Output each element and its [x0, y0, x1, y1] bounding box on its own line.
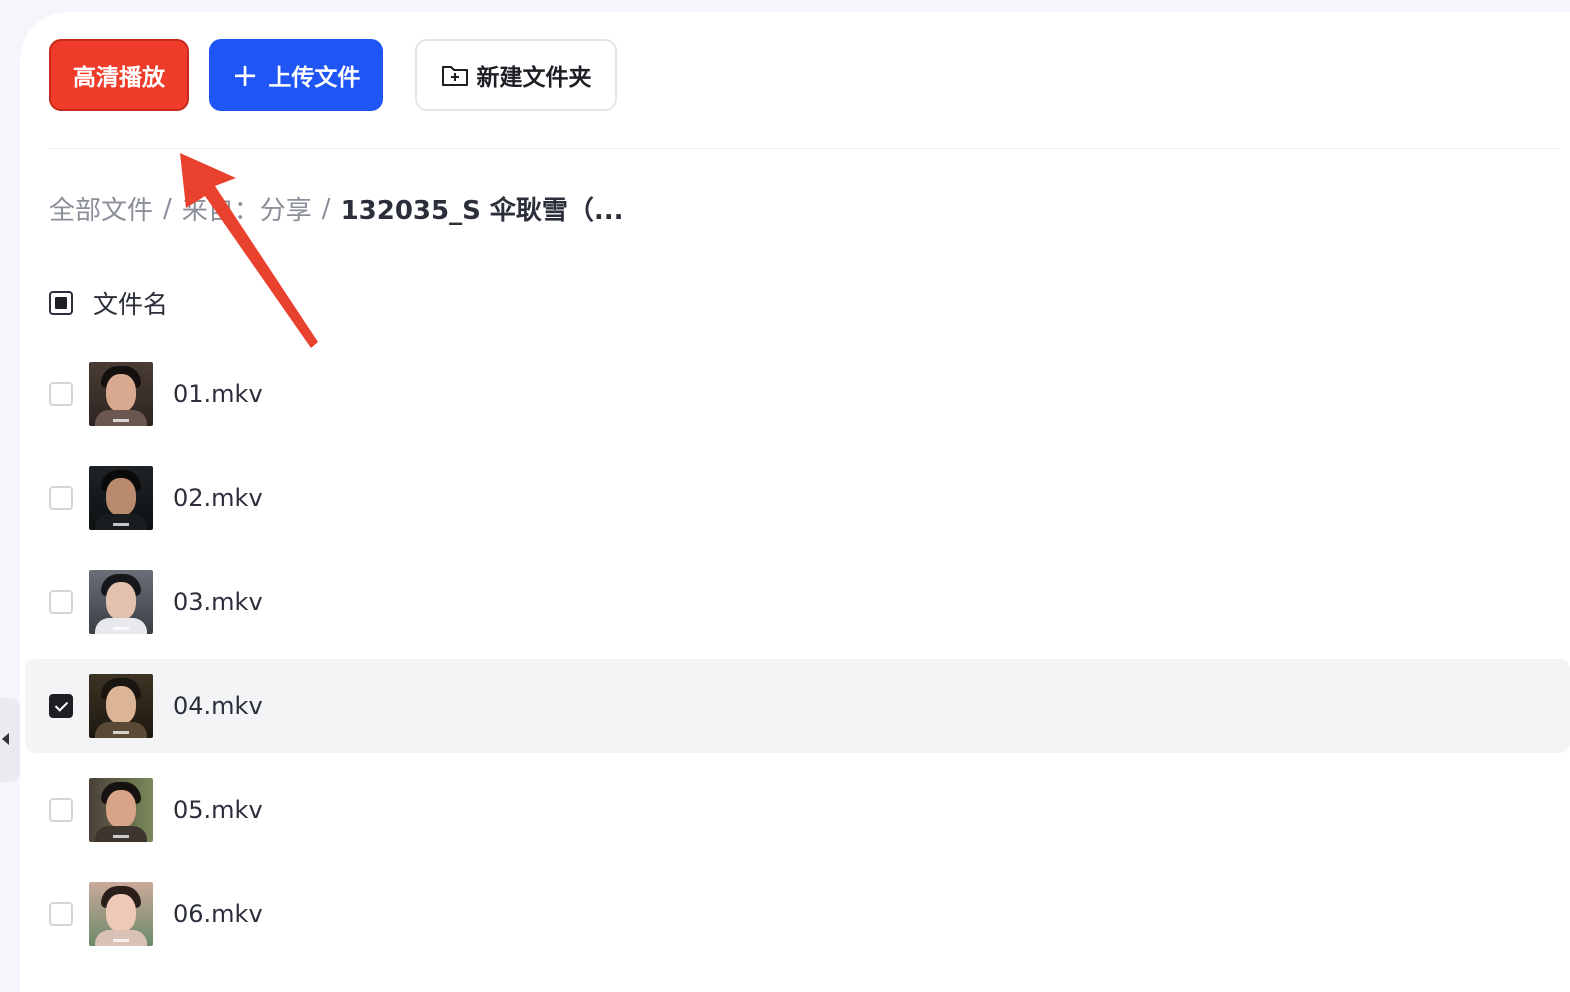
- upload-file-button[interactable]: + 上传文件: [209, 39, 383, 111]
- row-checkbox[interactable]: [49, 382, 73, 406]
- toolbar-divider: [49, 148, 1560, 149]
- file-row[interactable]: 03.mkv: [25, 555, 1570, 649]
- file-name[interactable]: 01.mkv: [173, 380, 263, 408]
- sidebar-collapse-tab[interactable]: [0, 698, 20, 782]
- file-name[interactable]: 03.mkv: [173, 588, 263, 616]
- column-header-filename[interactable]: 文件名: [93, 285, 168, 321]
- file-row[interactable]: 06.mkv: [25, 867, 1570, 961]
- breadcrumb-all-files[interactable]: 全部文件: [49, 190, 153, 227]
- file-row[interactable]: 01.mkv: [25, 347, 1570, 441]
- video-thumbnail: [89, 882, 153, 946]
- breadcrumb-separator: /: [163, 193, 172, 224]
- row-checkbox-checked[interactable]: [49, 694, 73, 718]
- triangle-left-icon: [2, 733, 9, 745]
- hd-play-button[interactable]: 高清播放: [49, 39, 189, 111]
- file-row[interactable]: 05.mkv: [25, 763, 1570, 857]
- file-list-header: 文件名: [49, 285, 168, 321]
- breadcrumb: 全部文件 / 来自：分享 / 132035_S 伞耿雪（...: [49, 190, 624, 227]
- breadcrumb-from-share[interactable]: 来自：分享: [182, 190, 312, 227]
- breadcrumb-current-folder: 132035_S 伞耿雪（...: [340, 196, 624, 226]
- select-all-checkbox[interactable]: [49, 291, 73, 315]
- new-folder-label: 新建文件夹: [476, 65, 592, 91]
- video-thumbnail: [89, 674, 153, 738]
- breadcrumb-separator: /: [321, 193, 331, 224]
- video-thumbnail: [89, 570, 153, 634]
- upload-file-label: 上传文件: [268, 65, 361, 91]
- file-name[interactable]: 06.mkv: [173, 900, 263, 928]
- video-thumbnail: [89, 778, 153, 842]
- new-folder-button[interactable]: 新建文件夹: [415, 39, 617, 111]
- file-row-selected[interactable]: 04.mkv: [25, 659, 1570, 753]
- hd-play-label: 高清播放: [73, 65, 165, 91]
- row-checkbox[interactable]: [49, 590, 73, 614]
- video-thumbnail: [89, 466, 153, 530]
- toolbar: 高清播放 + 上传文件 新建文件夹: [49, 39, 617, 111]
- row-checkbox[interactable]: [49, 486, 73, 510]
- plus-icon: +: [231, 56, 259, 94]
- file-row[interactable]: 02.mkv: [25, 451, 1570, 545]
- row-checkbox[interactable]: [49, 798, 73, 822]
- folder-plus-icon: [441, 66, 468, 86]
- video-thumbnail: [89, 362, 153, 426]
- file-name[interactable]: 04.mkv: [173, 692, 263, 720]
- row-checkbox[interactable]: [49, 902, 73, 926]
- file-name[interactable]: 02.mkv: [173, 484, 263, 512]
- file-name[interactable]: 05.mkv: [173, 796, 263, 824]
